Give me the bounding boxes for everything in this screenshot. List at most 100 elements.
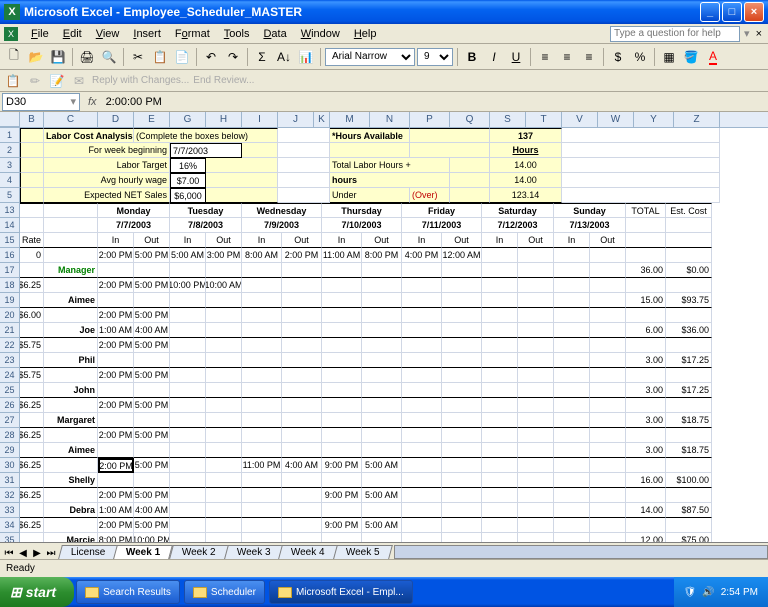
cell[interactable]: [450, 173, 490, 188]
shift-in-2[interactable]: [98, 413, 134, 428]
shift-in[interactable]: [482, 458, 518, 473]
row-header[interactable]: 13: [0, 203, 20, 218]
shift-out-2[interactable]: [206, 323, 242, 338]
save-icon[interactable]: 💾: [48, 47, 68, 67]
shift-out[interactable]: 3:00 PM: [206, 248, 242, 263]
shift-in[interactable]: [554, 458, 590, 473]
cell[interactable]: [20, 443, 44, 458]
rate-cell[interactable]: $6.25: [20, 518, 44, 533]
preview-icon[interactable]: 🔍: [99, 47, 119, 67]
cell[interactable]: [44, 233, 98, 248]
cell[interactable]: [410, 143, 490, 158]
shift-in[interactable]: [554, 518, 590, 533]
shift-out[interactable]: [442, 458, 482, 473]
row-header[interactable]: 4: [0, 173, 20, 188]
shift-in[interactable]: [322, 308, 362, 323]
week-value[interactable]: 7/7/2003: [170, 143, 242, 158]
shift-in[interactable]: [554, 428, 590, 443]
shift-in[interactable]: [482, 488, 518, 503]
shift-in[interactable]: [402, 518, 442, 533]
shift-out[interactable]: [590, 248, 626, 263]
shift-out[interactable]: 5:00 AM: [362, 458, 402, 473]
shift-out-2[interactable]: [282, 263, 322, 278]
in-header[interactable]: In: [554, 233, 590, 248]
shift-in-2[interactable]: [170, 533, 206, 542]
sheet-tab[interactable]: Week 2: [169, 545, 228, 559]
align-center-icon[interactable]: ≡: [557, 47, 577, 67]
shift-out[interactable]: [590, 368, 626, 383]
total-hours-value[interactable]: 14.00: [490, 158, 562, 173]
shift-out[interactable]: 5:00 PM: [134, 338, 170, 353]
shift-out[interactable]: [442, 368, 482, 383]
shift-out-2[interactable]: [442, 443, 482, 458]
shift-in-2[interactable]: [554, 353, 590, 368]
total-cell[interactable]: 3.00: [626, 413, 666, 428]
taskbar-item[interactable]: Microsoft Excel - Empl...: [269, 580, 413, 604]
column-header[interactable]: Y: [634, 112, 674, 127]
rate-cell[interactable]: $5.75: [20, 368, 44, 383]
rate-cell[interactable]: 0: [20, 248, 44, 263]
shift-out-2[interactable]: [518, 293, 554, 308]
shift-in-2[interactable]: [402, 383, 442, 398]
shift-out[interactable]: [518, 518, 554, 533]
shift-in[interactable]: [242, 428, 282, 443]
cell[interactable]: [626, 278, 666, 293]
shift-in[interactable]: [170, 338, 206, 353]
shift-out[interactable]: 4:00 AM: [282, 458, 322, 473]
shift-out-2[interactable]: [362, 533, 402, 542]
rate-cell[interactable]: $6.25: [20, 278, 44, 293]
hours-avail-label[interactable]: *Hours Available: [330, 128, 410, 143]
shift-out-2[interactable]: [362, 473, 402, 488]
cell[interactable]: [44, 368, 98, 383]
sales-value[interactable]: $6,000: [170, 188, 206, 203]
shift-in-2[interactable]: [170, 473, 206, 488]
shift-in[interactable]: [554, 308, 590, 323]
employee-name[interactable]: John: [44, 383, 98, 398]
shift-out-2[interactable]: [590, 473, 626, 488]
in-header[interactable]: In: [482, 233, 518, 248]
row-header[interactable]: 21: [0, 323, 20, 338]
row-header[interactable]: 34: [0, 518, 20, 533]
shift-in[interactable]: [482, 428, 518, 443]
shift-out-2[interactable]: [206, 293, 242, 308]
shift-out-2[interactable]: [590, 383, 626, 398]
shift-out[interactable]: 5:00 AM: [362, 518, 402, 533]
shift-out[interactable]: [206, 488, 242, 503]
cost-cell[interactable]: $18.75: [666, 413, 712, 428]
day-date[interactable]: 7/8/2003: [170, 218, 242, 233]
employee-name[interactable]: Aimee: [44, 443, 98, 458]
shift-in[interactable]: [554, 278, 590, 293]
shift-out-2[interactable]: [206, 263, 242, 278]
menu-edit[interactable]: Edit: [56, 26, 89, 42]
hours-value[interactable]: 14.00: [490, 173, 562, 188]
shift-in[interactable]: 2:00 PM: [98, 338, 134, 353]
under-value[interactable]: 123.14: [490, 188, 562, 203]
shift-in[interactable]: [402, 458, 442, 473]
shift-in-2[interactable]: [98, 383, 134, 398]
shift-out-2[interactable]: [134, 443, 170, 458]
employee-name[interactable]: Aimee: [44, 293, 98, 308]
shift-in-2[interactable]: [482, 353, 518, 368]
shift-in[interactable]: [242, 488, 282, 503]
shift-in[interactable]: [242, 398, 282, 413]
shift-in-2[interactable]: [98, 443, 134, 458]
day-name[interactable]: Friday: [402, 203, 482, 218]
row-header[interactable]: 31: [0, 473, 20, 488]
worksheet[interactable]: BCDEGHIJKMNPQSTVWYZ 1Labor Cost Analysis…: [0, 112, 768, 542]
shift-out-2[interactable]: [518, 263, 554, 278]
shift-out-2[interactable]: [590, 413, 626, 428]
shift-out-2[interactable]: 4:00 AM: [134, 503, 170, 518]
in-header[interactable]: In: [402, 233, 442, 248]
cell[interactable]: [626, 338, 666, 353]
cell[interactable]: [562, 143, 720, 158]
cell[interactable]: [278, 158, 330, 173]
day-name[interactable]: Saturday: [482, 203, 554, 218]
out-header[interactable]: Out: [590, 233, 626, 248]
shift-in-2[interactable]: [170, 503, 206, 518]
shift-out-2[interactable]: [282, 323, 322, 338]
shift-out-2[interactable]: [206, 413, 242, 428]
shift-out[interactable]: [442, 518, 482, 533]
shift-out-2[interactable]: [518, 383, 554, 398]
day-date[interactable]: 7/10/2003: [322, 218, 402, 233]
shift-in-2[interactable]: [554, 413, 590, 428]
